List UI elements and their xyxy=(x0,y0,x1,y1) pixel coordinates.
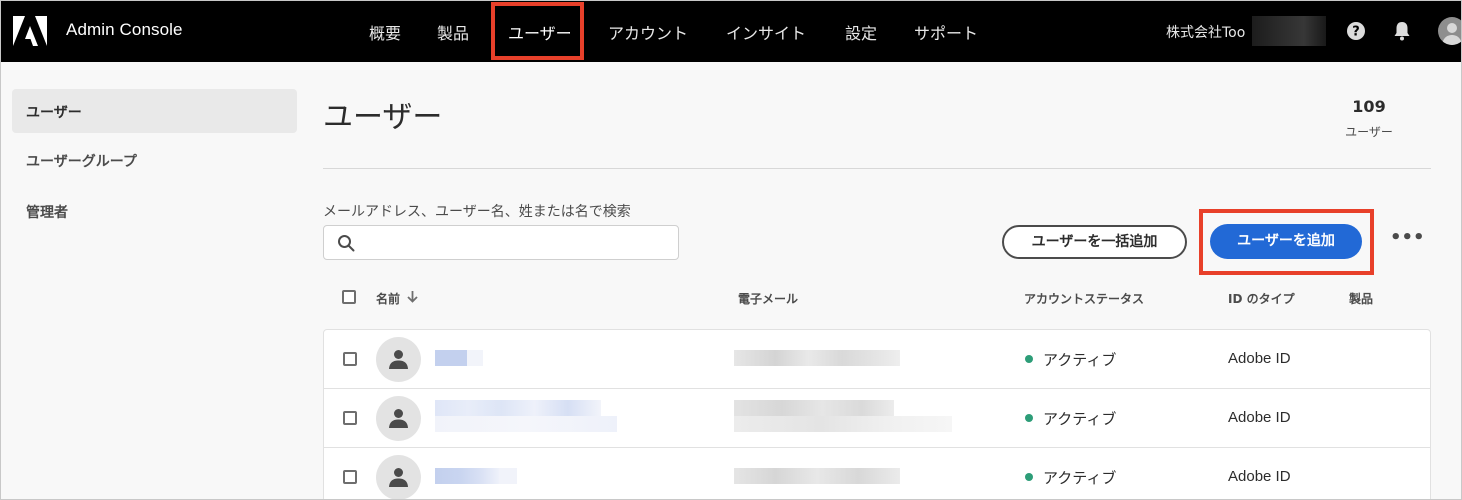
sidebar-item-users[interactable]: ユーザー xyxy=(12,89,297,133)
column-header-name[interactable]: 名前 xyxy=(376,290,400,307)
user-name-redacted xyxy=(467,350,483,366)
bulk-add-users-button[interactable]: ユーザーを一括追加 xyxy=(1002,225,1187,259)
row-checkbox[interactable] xyxy=(343,470,357,484)
sort-descending-icon[interactable] xyxy=(407,291,418,303)
row-checkbox[interactable] xyxy=(343,411,357,425)
email-redacted xyxy=(734,350,900,366)
row-checkbox[interactable] xyxy=(343,352,357,366)
sidebar-item-label: ユーザー xyxy=(26,105,82,121)
email-redacted xyxy=(734,416,952,432)
users-table: アクティブ Adobe ID アクティブ Adobe ID アクティブ Adob… xyxy=(323,329,1431,500)
user-name-redacted[interactable] xyxy=(435,400,601,416)
status-active-dot xyxy=(1025,354,1033,363)
id-type: Adobe ID xyxy=(1228,468,1291,485)
sidebar-item-label: 管理者 xyxy=(26,205,68,221)
search-icon xyxy=(338,235,355,252)
nav-overview[interactable]: 概要 xyxy=(369,20,401,44)
email-redacted xyxy=(734,400,894,416)
profile-avatar[interactable] xyxy=(1438,17,1462,45)
status-active-dot xyxy=(1025,413,1033,422)
divider xyxy=(323,168,1431,169)
user-icon xyxy=(389,409,408,428)
column-header-products: 製品 xyxy=(1349,292,1374,306)
user-icon xyxy=(389,468,408,487)
nav-support[interactable]: サポート xyxy=(914,20,978,44)
user-name-redacted xyxy=(435,416,617,432)
nav-account[interactable]: アカウント xyxy=(608,20,688,44)
org-name-redacted xyxy=(1252,16,1326,46)
nav-users-highlight xyxy=(491,2,584,60)
search-label: メールアドレス、ユーザー名、姓または名で検索 xyxy=(323,204,631,220)
column-header-id-type: ID のタイプ xyxy=(1228,292,1295,306)
sidebar-item-user-groups[interactable]: ユーザーグループ xyxy=(12,138,297,182)
more-options-button[interactable]: ••• xyxy=(1390,229,1425,253)
table-row[interactable]: アクティブ Adobe ID xyxy=(324,330,1430,389)
id-type: Adobe ID xyxy=(1228,350,1291,367)
column-header-email: 電子メール xyxy=(738,292,799,306)
user-count: 109 xyxy=(1352,97,1386,116)
user-count-label: ユーザー xyxy=(1345,125,1393,139)
user-avatar xyxy=(376,337,421,382)
user-name-redacted xyxy=(499,468,517,484)
app-title[interactable]: Admin Console xyxy=(66,20,183,40)
table-row[interactable]: アクティブ Adobe ID xyxy=(324,389,1430,448)
page-title: ユーザー xyxy=(323,100,443,135)
nav-insights[interactable]: インサイト xyxy=(726,20,806,44)
sidebar-item-label: ユーザーグループ xyxy=(26,154,137,170)
table-row[interactable]: アクティブ Adobe ID xyxy=(324,448,1430,500)
id-type: Adobe ID xyxy=(1228,409,1291,426)
add-user-highlight xyxy=(1199,209,1374,275)
user-avatar xyxy=(376,396,421,441)
select-all-checkbox[interactable] xyxy=(342,290,356,304)
status-active-dot xyxy=(1025,472,1033,481)
adobe-logo-icon[interactable] xyxy=(13,16,47,46)
user-name-redacted[interactable] xyxy=(435,468,499,484)
help-icon[interactable]: ? xyxy=(1346,21,1366,41)
bell-icon[interactable] xyxy=(1393,21,1411,41)
column-header-account-status: アカウントステータス xyxy=(1024,292,1145,306)
user-name-redacted[interactable] xyxy=(435,350,467,366)
search-field[interactable] xyxy=(323,225,679,260)
user-avatar xyxy=(376,455,421,500)
sidebar-item-admins[interactable]: 管理者 xyxy=(12,189,297,233)
nav-settings[interactable]: 設定 xyxy=(845,20,877,44)
account-status: アクティブ xyxy=(1025,467,1116,488)
svg-text:?: ? xyxy=(1352,25,1360,40)
email-redacted xyxy=(734,468,900,484)
account-status: アクティブ xyxy=(1025,408,1116,429)
top-bar: Admin Console 概要 製品 ユーザー アカウント インサイト 設定 … xyxy=(0,0,1462,62)
account-status: アクティブ xyxy=(1025,349,1116,370)
user-icon xyxy=(389,350,408,369)
org-switcher[interactable]: 株式会社Too xyxy=(1166,22,1245,42)
nav-products[interactable]: 製品 xyxy=(437,20,469,44)
search-input[interactable] xyxy=(364,228,664,257)
